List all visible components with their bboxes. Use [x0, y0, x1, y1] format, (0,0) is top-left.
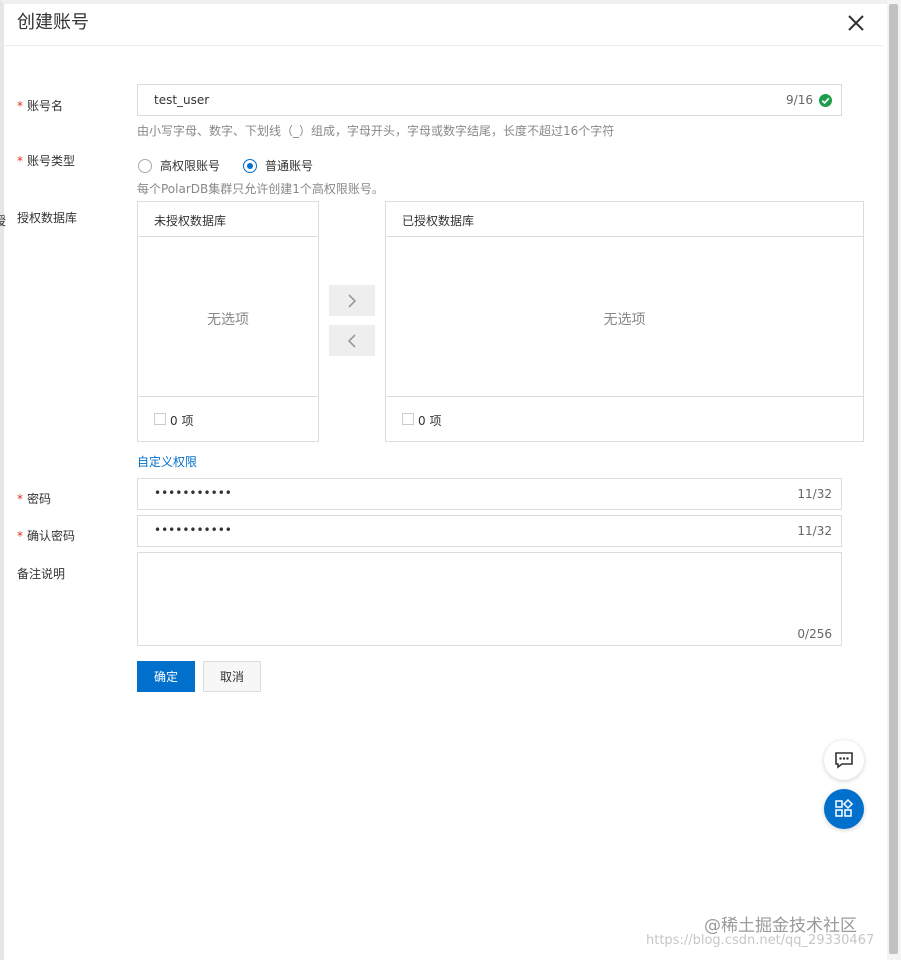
chat-icon — [835, 752, 853, 769]
panel-footer: 0 项 — [138, 396, 318, 441]
account-name-counter: 9/16 — [786, 93, 813, 107]
scrollbar-thumb[interactable] — [889, 4, 898, 954]
password-label: * 密码 — [17, 492, 52, 506]
radio-admin-account[interactable]: 高权限账号 — [138, 157, 220, 174]
chevron-left-icon — [347, 333, 356, 348]
remark-label: 备注说明 — [17, 567, 66, 581]
panel-empty-text: 无选项 — [207, 312, 249, 328]
confirm-password-input[interactable]: ••••••••••• 11/32 — [137, 515, 842, 547]
watermark-url: https://blog.csdn.net/qq_29330467 — [646, 933, 875, 948]
panel-header: 未授权数据库 — [138, 202, 318, 237]
move-right-button[interactable] — [329, 285, 375, 316]
panel-title: 已授权数据库 — [402, 214, 475, 228]
apps-icon — [835, 799, 854, 817]
confirm-password-label: * 确认密码 — [17, 529, 76, 543]
unauthorized-db-panel: 未授权数据库 无选项 0 项 — [137, 201, 319, 442]
account-name-label: * 账号名 — [17, 99, 64, 113]
account-name-help: 由小写字母、数字、下划线（_）组成，字母开头，字母或数字结尾，长度不超过16个字… — [137, 124, 615, 138]
cancel-button[interactable]: 取消 — [203, 661, 261, 692]
account-name-value: test_user — [154, 93, 210, 107]
dialog-title: 创建账号 — [17, 12, 89, 33]
panel-title: 未授权数据库 — [154, 214, 227, 228]
password-value: ••••••••••• — [154, 486, 232, 500]
select-all-checkbox[interactable] — [154, 413, 166, 425]
authorized-db-panel: 已授权数据库 无选项 0 项 — [385, 201, 864, 442]
required-mark: * — [17, 529, 23, 543]
confirm-password-counter: 11/32 — [797, 524, 832, 538]
password-input[interactable]: ••••••••••• 11/32 — [137, 478, 842, 510]
account-name-input[interactable]: test_user 9/16 — [137, 84, 842, 116]
select-all-checkbox[interactable] — [402, 413, 414, 425]
radio-circle — [138, 158, 152, 173]
radio-label: 普通账号 — [265, 159, 314, 173]
panel-empty-text: 无选项 — [603, 312, 646, 328]
required-mark: * — [17, 99, 23, 113]
panel-footer: 0 项 — [386, 396, 863, 441]
panel-count: 0 项 — [418, 414, 442, 428]
password-counter: 11/32 — [797, 487, 832, 501]
confirm-button[interactable]: 确定 — [137, 661, 195, 692]
authorized-db-label: 授权数据库 — [17, 211, 78, 225]
remark-textarea[interactable]: 0/256 — [137, 552, 842, 646]
confirm-password-value: ••••••••••• — [154, 523, 232, 537]
remark-counter: 0/256 — [797, 627, 832, 641]
radio-label: 高权限账号 — [160, 159, 221, 173]
custom-permission-link[interactable]: 自定义权限 — [137, 453, 197, 470]
chevron-right-icon — [348, 293, 357, 308]
chat-float-button[interactable] — [824, 740, 864, 780]
move-left-button[interactable] — [329, 325, 375, 356]
required-mark: * — [17, 492, 23, 506]
account-type-label: * 账号类型 — [17, 154, 76, 168]
edge-text-fragment: 授 — [0, 214, 7, 228]
dialog-header: 创建账号 — [0, 0, 883, 46]
close-icon[interactable] — [846, 13, 866, 33]
account-type-help: 每个PolarDB集群只允许创建1个高权限账号。 — [137, 182, 384, 196]
panel-header: 已授权数据库 — [386, 202, 863, 237]
apps-float-button[interactable] — [824, 789, 864, 829]
required-mark: * — [17, 154, 23, 168]
radio-normal-account[interactable]: 普通账号 — [243, 157, 313, 174]
radio-circle-checked — [243, 158, 257, 173]
check-circle-icon — [819, 94, 832, 107]
panel-count: 0 项 — [170, 414, 194, 428]
